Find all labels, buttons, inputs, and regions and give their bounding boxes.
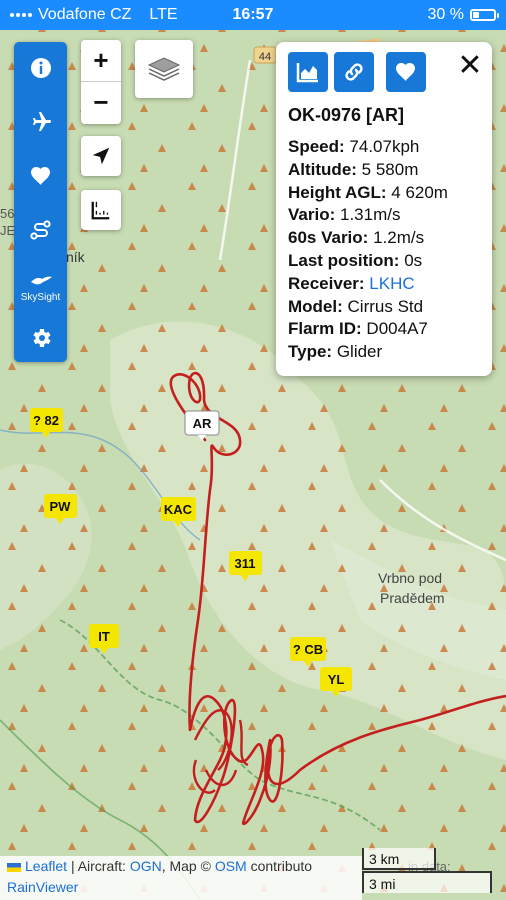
zoom-in-button[interactable]: +	[81, 40, 121, 81]
info-icon	[30, 58, 51, 78]
aircraft-info-popup: ✕ OK-0976 [AR] Speed: 74.07kph Altitude:…	[276, 42, 492, 376]
status-bar: Vodafone CZ LTE 16:57 30 %	[0, 0, 506, 30]
heart-icon	[396, 63, 415, 81]
field-speed: Speed: 74.07kph	[288, 137, 420, 156]
layers-button[interactable]	[135, 40, 193, 98]
skysight-bird-icon	[30, 276, 52, 285]
svg-text:IT: IT	[98, 629, 110, 644]
airplane-icon	[32, 112, 51, 131]
svg-text:? 82: ? 82	[33, 413, 59, 428]
favorites-button[interactable]	[14, 156, 67, 196]
skysight-label: SkySight	[20, 292, 61, 303]
svg-text:PW: PW	[50, 499, 72, 514]
rainviewer-link[interactable]: RainViewer	[7, 879, 78, 895]
aircraft-button[interactable]	[14, 102, 67, 142]
field-flarm-id: Flarm ID: D004A7	[288, 319, 428, 339]
heart-icon	[30, 167, 50, 185]
field-model: Model: Cirrus Std	[288, 296, 424, 316]
chart-icon	[296, 63, 318, 83]
scale-km: 3 km	[362, 848, 436, 870]
osm-link[interactable]: OSM	[215, 858, 247, 874]
field-altitude: Altitude: 5 580m	[288, 159, 419, 179]
zoom-control: + −	[81, 40, 121, 124]
info-button[interactable]	[14, 48, 67, 88]
svg-text:311: 311	[235, 556, 256, 571]
ruler-icon	[91, 201, 110, 220]
barograph-button[interactable]	[288, 52, 328, 92]
leaflet-link[interactable]: Leaflet	[25, 858, 67, 874]
town-label-line1: Vrbno pod	[378, 570, 442, 586]
navigation-arrow-icon	[92, 147, 110, 165]
svg-text:YL: YL	[328, 672, 345, 687]
battery-percent: 30 %	[427, 6, 464, 23]
field-height-agl: Height AGL: 4 620m	[288, 182, 448, 202]
scale-mi: 3 mi	[362, 871, 492, 893]
gear-icon	[32, 329, 51, 347]
link-icon	[345, 63, 363, 81]
popup-fields: Speed: 74.07kph Altitude: 5 580m Height …	[288, 137, 488, 365]
map-attribution: Leaflet | Aircraft: OGN, Map © OSM contr…	[0, 856, 362, 900]
close-button[interactable]: ✕	[456, 51, 484, 81]
sidebar-toolbar: SkySight	[14, 42, 67, 362]
contributors-text: contributo	[250, 858, 313, 874]
layers-icon	[147, 57, 181, 81]
route-button[interactable]	[14, 210, 67, 250]
battery-icon	[470, 9, 499, 21]
aircraft-prefix: | Aircraft:	[70, 858, 126, 874]
favorite-button[interactable]	[386, 52, 426, 92]
svg-text:KAC: KAC	[164, 502, 193, 517]
ukraine-flag-icon	[7, 862, 21, 872]
measure-button[interactable]	[81, 190, 121, 230]
svg-text:AR: AR	[193, 416, 212, 431]
ogn-link[interactable]: OGN	[130, 858, 162, 874]
road-number: 44	[259, 51, 271, 63]
field-last-position: Last position: 0s	[288, 250, 423, 270]
partial-label-3: ník	[66, 249, 86, 265]
field-60s-vario: 60s Vario: 1.2m/s	[288, 228, 425, 248]
route-icon	[29, 220, 51, 240]
field-vario: Vario: 1.31m/s	[288, 205, 401, 225]
town-label-line2: Pradědem	[380, 590, 445, 606]
zoom-out-button[interactable]: −	[81, 82, 121, 123]
field-receiver: Receiver: LKHC	[288, 273, 415, 293]
map-prefix: , Map ©	[161, 858, 211, 874]
receiver-link[interactable]: LKHC	[369, 274, 414, 293]
svg-text:? CB: ? CB	[293, 642, 323, 657]
locate-button[interactable]	[81, 136, 121, 176]
scale-bar: 3 km 3 mi	[362, 848, 492, 896]
field-type: Type: Glider	[288, 342, 383, 362]
link-button[interactable]	[334, 52, 374, 92]
settings-button[interactable]	[14, 318, 67, 358]
popup-title: OK-0976 [AR]	[288, 105, 405, 125]
